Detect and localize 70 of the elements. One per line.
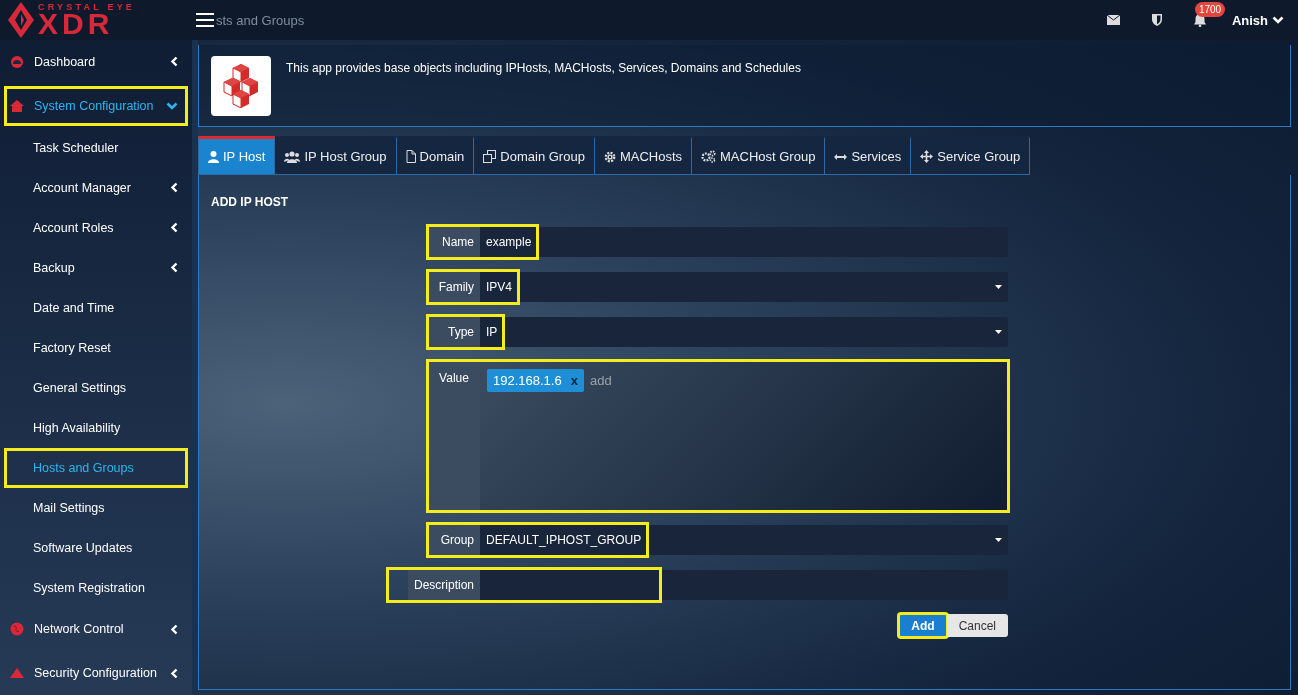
dropdown-caret-icon: [995, 538, 1002, 542]
cancel-button[interactable]: Cancel: [946, 614, 1008, 637]
sidebar-subitem[interactable]: Account Manager: [4, 167, 188, 208]
field-label: Description: [407, 570, 480, 600]
sidebar-subitem[interactable]: Task Scheduler: [4, 127, 188, 168]
input-field[interactable]: [480, 570, 1008, 600]
field-label: Group: [428, 525, 480, 555]
sidebar-subitem[interactable]: Account Roles: [4, 207, 188, 248]
users-icon: [284, 150, 301, 163]
field-label: Type: [428, 317, 480, 347]
dropdown-caret-icon: [995, 285, 1002, 289]
tab[interactable]: MACHost Group: [692, 136, 826, 175]
tab[interactable]: Domain: [396, 136, 475, 175]
sidebar-subitem[interactable]: General Settings: [4, 367, 188, 408]
field-label: Name: [428, 227, 480, 257]
logo-tagline: CRYSTAL EYE: [38, 3, 136, 12]
sidebar-item[interactable]: System Configuration: [4, 85, 188, 126]
select-field[interactable]: DEFAULT_IPHOST_GROUP: [480, 525, 1008, 555]
chevron-left-icon: [170, 623, 178, 635]
value-tag: 192.168.1.6 x: [487, 369, 584, 392]
sidebar-item[interactable]: Security Configuration: [4, 653, 188, 693]
triangle-icon: [10, 668, 24, 679]
select-field[interactable]: IP: [480, 317, 1008, 347]
sidebar-subitem[interactable]: Factory Reset: [4, 327, 188, 368]
gears-icon: [701, 150, 716, 163]
horizontal-arrows-icon: [834, 152, 848, 161]
sidebar-subitem[interactable]: Software Updates: [4, 527, 188, 568]
move-icon: [920, 150, 934, 163]
sidebar-subitem[interactable]: Hosts and Groups: [4, 447, 188, 488]
dropdown-caret-icon: [995, 330, 1002, 334]
tab[interactable]: MACHosts: [594, 136, 692, 175]
shield-icon[interactable]: [1151, 14, 1162, 26]
remove-tag-button[interactable]: x: [570, 373, 578, 388]
house-icon: [10, 99, 24, 112]
sidebar-subitem[interactable]: Date and Time: [4, 287, 188, 328]
tab[interactable]: Domain Group: [474, 136, 595, 175]
input-field[interactable]: example: [480, 227, 1008, 257]
user-icon: [208, 150, 219, 163]
sidebar-subitem[interactable]: High Availability: [4, 407, 188, 448]
tab[interactable]: IP Host: [198, 136, 276, 175]
tab[interactable]: Service Group: [911, 136, 1031, 175]
copy-icon: [483, 150, 497, 163]
app-description: This app provides base objects including IPHosts, MACHosts, Services, Domains and Schedules: [286, 61, 801, 75]
tag-input-field[interactable]: 192.168.1.6 x add: [480, 362, 1008, 510]
chevron-left-icon: [170, 56, 178, 68]
sidebar-subitem[interactable]: Backup: [4, 247, 188, 288]
gauge-icon: [10, 54, 24, 69]
tab[interactable]: Services: [825, 136, 912, 175]
file-icon: [405, 150, 416, 163]
tab[interactable]: IP Host Group: [275, 136, 397, 175]
globe-icon: [10, 622, 24, 637]
sidebar-item[interactable]: Dashboard: [4, 42, 188, 82]
field-label: Value: [428, 362, 480, 510]
page-title: sts and Groups: [216, 12, 305, 28]
mail-icon[interactable]: [1106, 15, 1120, 25]
sidebar-subitem[interactable]: Mail Settings: [4, 487, 188, 528]
logo-text: XDR: [38, 11, 114, 37]
field-label: Family: [428, 272, 480, 302]
chevron-down-icon: [166, 101, 178, 110]
menu-icon[interactable]: [196, 13, 214, 27]
form-title: ADD IP HOST: [210, 194, 290, 211]
sidebar-subitem[interactable]: System Registration: [4, 567, 188, 608]
add-button[interactable]: Add: [899, 614, 947, 637]
notification-badge: 1700: [1194, 1, 1226, 17]
gear-icon: [603, 150, 616, 163]
select-field[interactable]: IPV4: [480, 272, 1008, 302]
chevron-down-icon: [1272, 16, 1284, 24]
sidebar-item[interactable]: Network Control: [4, 609, 188, 650]
chevron-left-icon: [170, 667, 178, 679]
user-menu[interactable]: Anish: [1231, 12, 1268, 28]
